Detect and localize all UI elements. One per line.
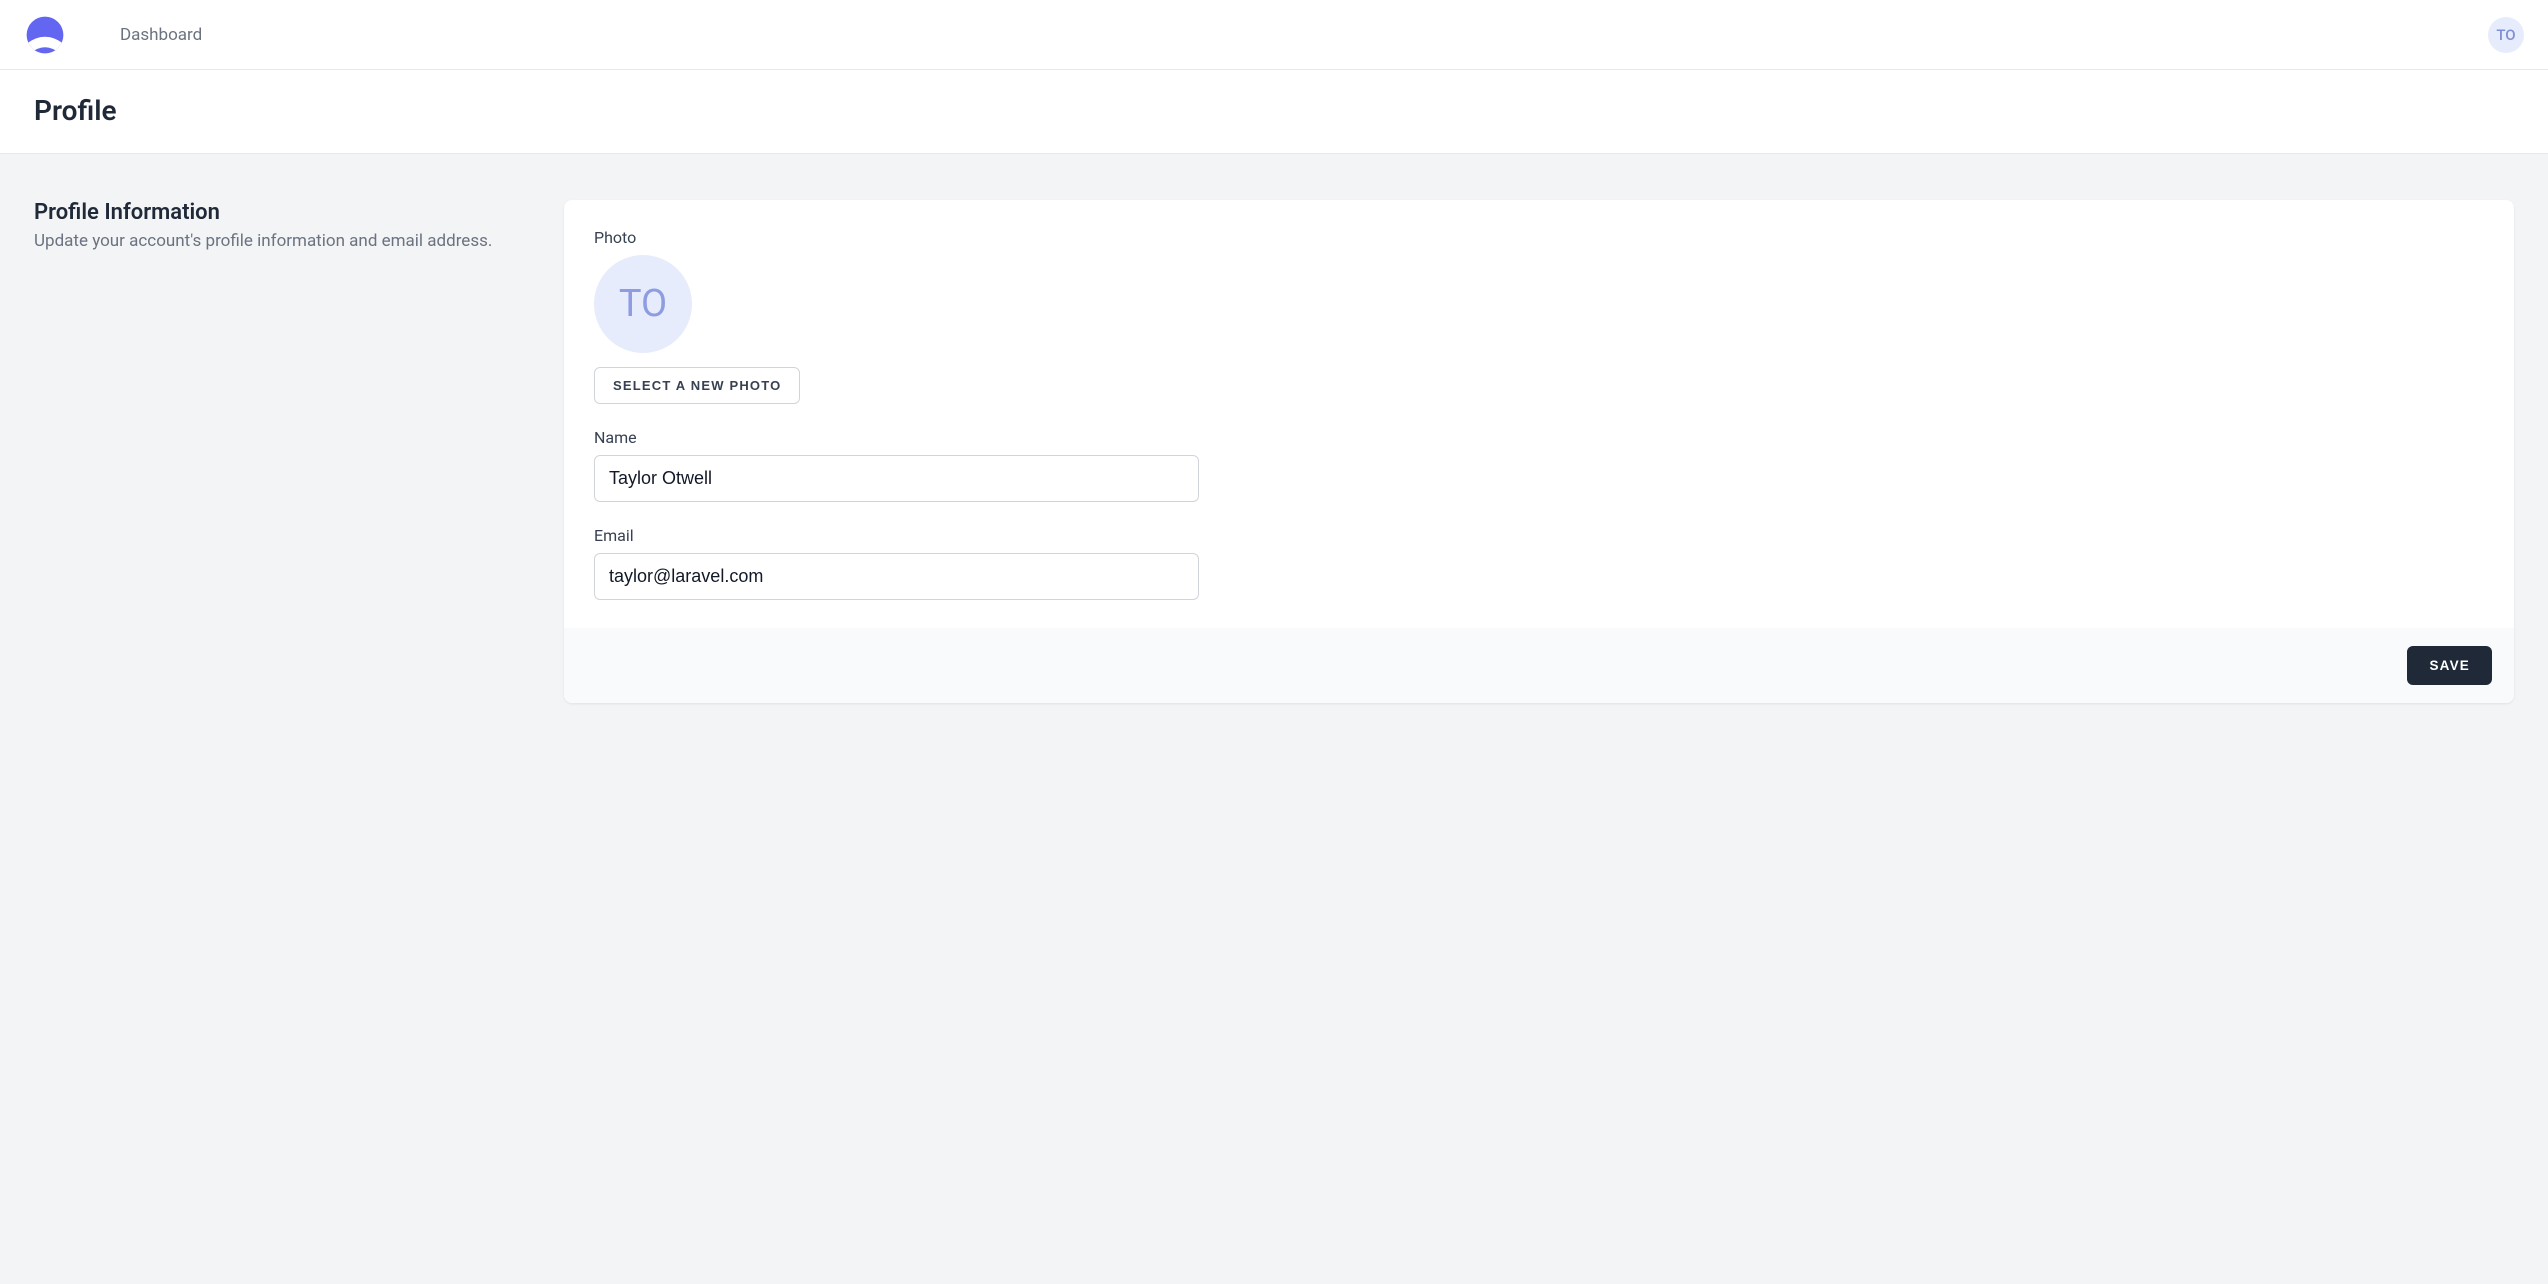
card-footer: SAVE — [564, 628, 2514, 703]
select-photo-button[interactable]: SELECT A NEW PHOTO — [594, 367, 800, 404]
logo-icon[interactable] — [24, 14, 66, 56]
section-description: Profile Information Update your account'… — [34, 200, 540, 251]
profile-info-section: Profile Information Update your account'… — [34, 200, 2514, 703]
card-body: Photo TO SELECT A NEW PHOTO Name Email — [564, 200, 2514, 628]
email-group: Email — [594, 526, 2484, 600]
name-input[interactable] — [594, 455, 1199, 502]
page-header: Profile — [0, 70, 2548, 154]
top-nav: Dashboard TO — [0, 0, 2548, 70]
save-button[interactable]: SAVE — [2407, 646, 2492, 685]
email-label: Email — [594, 526, 2484, 545]
section-subtitle: Update your account's profile informatio… — [34, 231, 540, 251]
email-input[interactable] — [594, 553, 1199, 600]
photo-avatar: TO — [594, 255, 692, 353]
user-avatar-menu[interactable]: TO — [2488, 17, 2524, 53]
photo-label: Photo — [594, 228, 2484, 247]
nav-left: Dashboard — [24, 14, 202, 56]
name-group: Name — [594, 428, 2484, 502]
photo-group: Photo TO SELECT A NEW PHOTO — [594, 228, 2484, 404]
profile-form-card: Photo TO SELECT A NEW PHOTO Name Email S… — [564, 200, 2514, 703]
section-title: Profile Information — [34, 200, 540, 225]
nav-link-dashboard[interactable]: Dashboard — [120, 25, 202, 45]
main-content: Profile Information Update your account'… — [0, 154, 2548, 749]
name-label: Name — [594, 428, 2484, 447]
page-title: Profile — [34, 94, 2514, 127]
